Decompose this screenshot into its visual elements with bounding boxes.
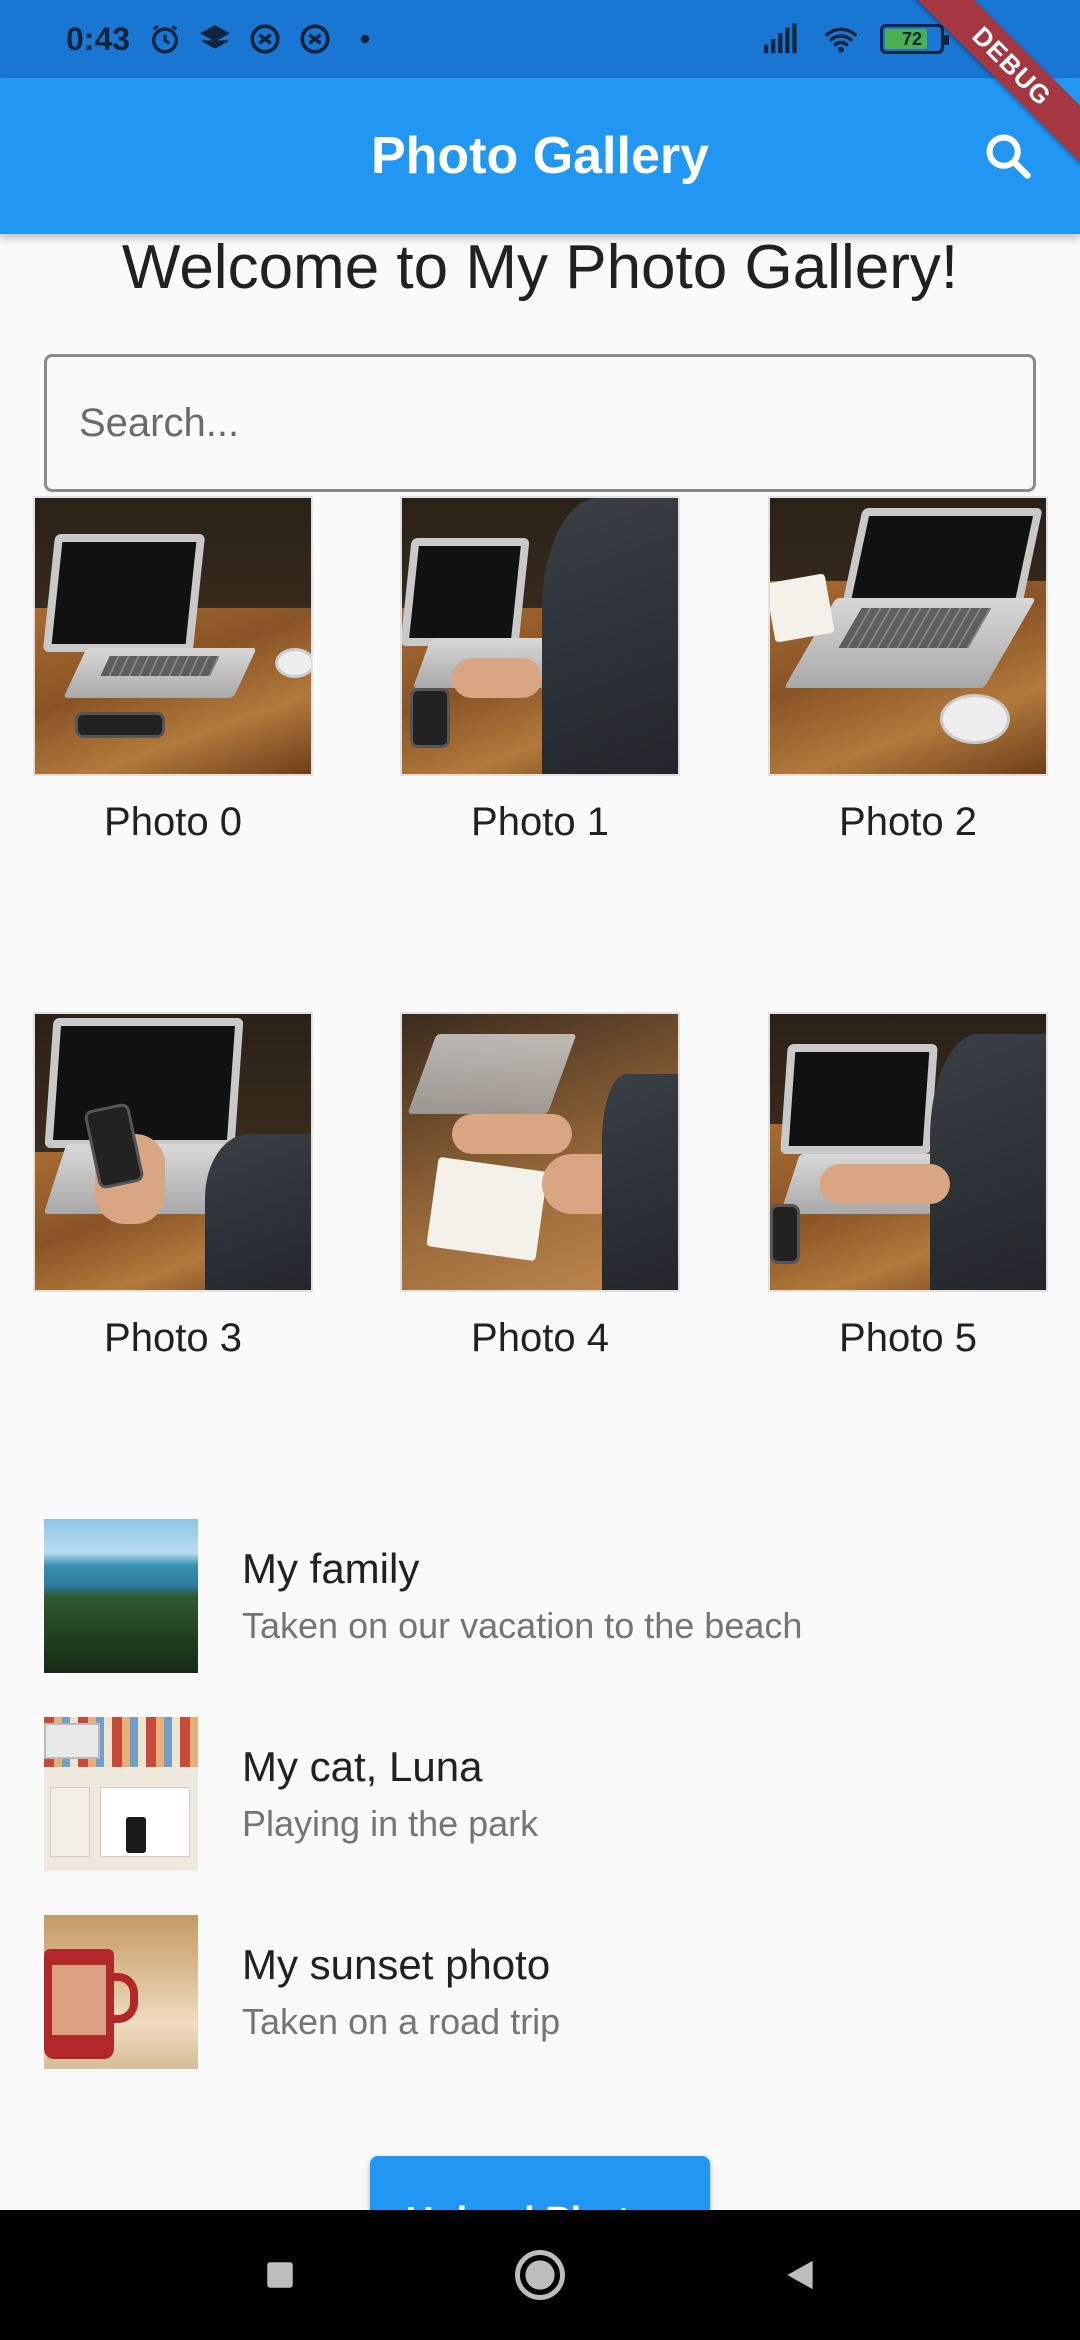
battery-level: 72 — [901, 28, 923, 49]
status-bar: 0:43 72 — [0, 0, 1080, 78]
dot-icon — [360, 34, 370, 44]
grid-item-label: Photo 1 — [471, 800, 609, 844]
grid-item-label: Photo 3 — [104, 1316, 242, 1360]
photo-grid: Photo 0 Photo 1 Photo 2 Photo 3 Photo 4 … — [0, 496, 1080, 1416]
layers-icon — [200, 25, 230, 49]
circle-icon — [515, 2250, 565, 2300]
list-item-thumbnail — [44, 1519, 198, 1673]
grid-item-label: Photo 0 — [104, 800, 242, 844]
search-button[interactable] — [972, 120, 1044, 192]
list-item-subtitle: Taken on our vacation to the beach — [242, 1605, 803, 1646]
grid-item-photo-1[interactable]: Photo 1 — [400, 496, 680, 845]
grid-item-photo-3[interactable]: Photo 3 — [33, 1012, 313, 1361]
list-item-my-sunset-photo[interactable]: My sunset photo Taken on a road trip — [44, 1912, 1044, 2072]
list-item-text: My family Taken on our vacation to the b… — [242, 1545, 802, 1647]
grid-item-photo-4[interactable]: Photo 4 — [400, 1012, 680, 1361]
at-sign-icon — [250, 24, 280, 54]
grid-item-photo-0[interactable]: Photo 0 — [33, 496, 313, 845]
triangle-back-icon — [787, 2260, 813, 2290]
photo-thumbnail — [33, 496, 313, 776]
photo-thumbnail — [768, 1012, 1048, 1292]
system-nav-bar — [0, 2210, 1080, 2340]
list-item-title: My cat, Luna — [242, 1743, 483, 1790]
list-item-thumbnail — [44, 1717, 198, 1871]
signal-icon — [764, 23, 797, 54]
app-title: Photo Gallery — [370, 127, 710, 185]
list-item-thumbnail — [44, 1915, 198, 2069]
photo-thumbnail — [400, 496, 680, 776]
status-right: 72 — [760, 22, 949, 56]
list-item-text: My sunset photo Taken on a road trip — [242, 1941, 560, 2043]
app-bar: Photo Gallery — [0, 78, 1080, 234]
status-left: 0:43 — [66, 21, 382, 58]
list-item-title: My sunset photo — [242, 1941, 551, 1988]
wifi-icon — [825, 27, 857, 53]
battery-indicator: 72 — [880, 24, 949, 54]
list-item-title: My family — [242, 1545, 420, 1592]
welcome-heading: Welcome to My Photo Gallery! — [121, 233, 959, 302]
list-item-my-cat-luna[interactable]: My cat, Luna Playing in the park — [44, 1714, 1044, 1874]
photo-thumbnail — [400, 1012, 680, 1292]
search-icon — [986, 134, 1031, 179]
search-input[interactable] — [44, 354, 1036, 492]
square-icon — [267, 2262, 293, 2288]
grid-item-label: Photo 4 — [471, 1316, 609, 1360]
photo-thumbnail — [768, 496, 1048, 776]
recents-button[interactable] — [250, 2245, 310, 2305]
grid-item-photo-2[interactable]: Photo 2 — [768, 496, 1048, 845]
alarm-icon — [152, 24, 179, 54]
back-button[interactable] — [770, 2245, 830, 2305]
list-item-text: My cat, Luna Playing in the park — [242, 1743, 538, 1845]
at-sign-icon-2 — [300, 24, 330, 54]
status-notification-icons — [148, 22, 382, 56]
list-item-subtitle: Playing in the park — [242, 1803, 539, 1844]
grid-item-photo-5[interactable]: Photo 5 — [768, 1012, 1048, 1361]
home-button[interactable] — [510, 2245, 570, 2305]
list-item-my-family[interactable]: My family Taken on our vacation to the b… — [44, 1516, 1044, 1676]
list-item-subtitle: Taken on a road trip — [242, 2001, 561, 2042]
grid-item-label: Photo 2 — [839, 800, 977, 844]
photo-thumbnail — [33, 1012, 313, 1292]
grid-item-label: Photo 5 — [839, 1316, 977, 1360]
status-time: 0:43 — [66, 20, 131, 57]
